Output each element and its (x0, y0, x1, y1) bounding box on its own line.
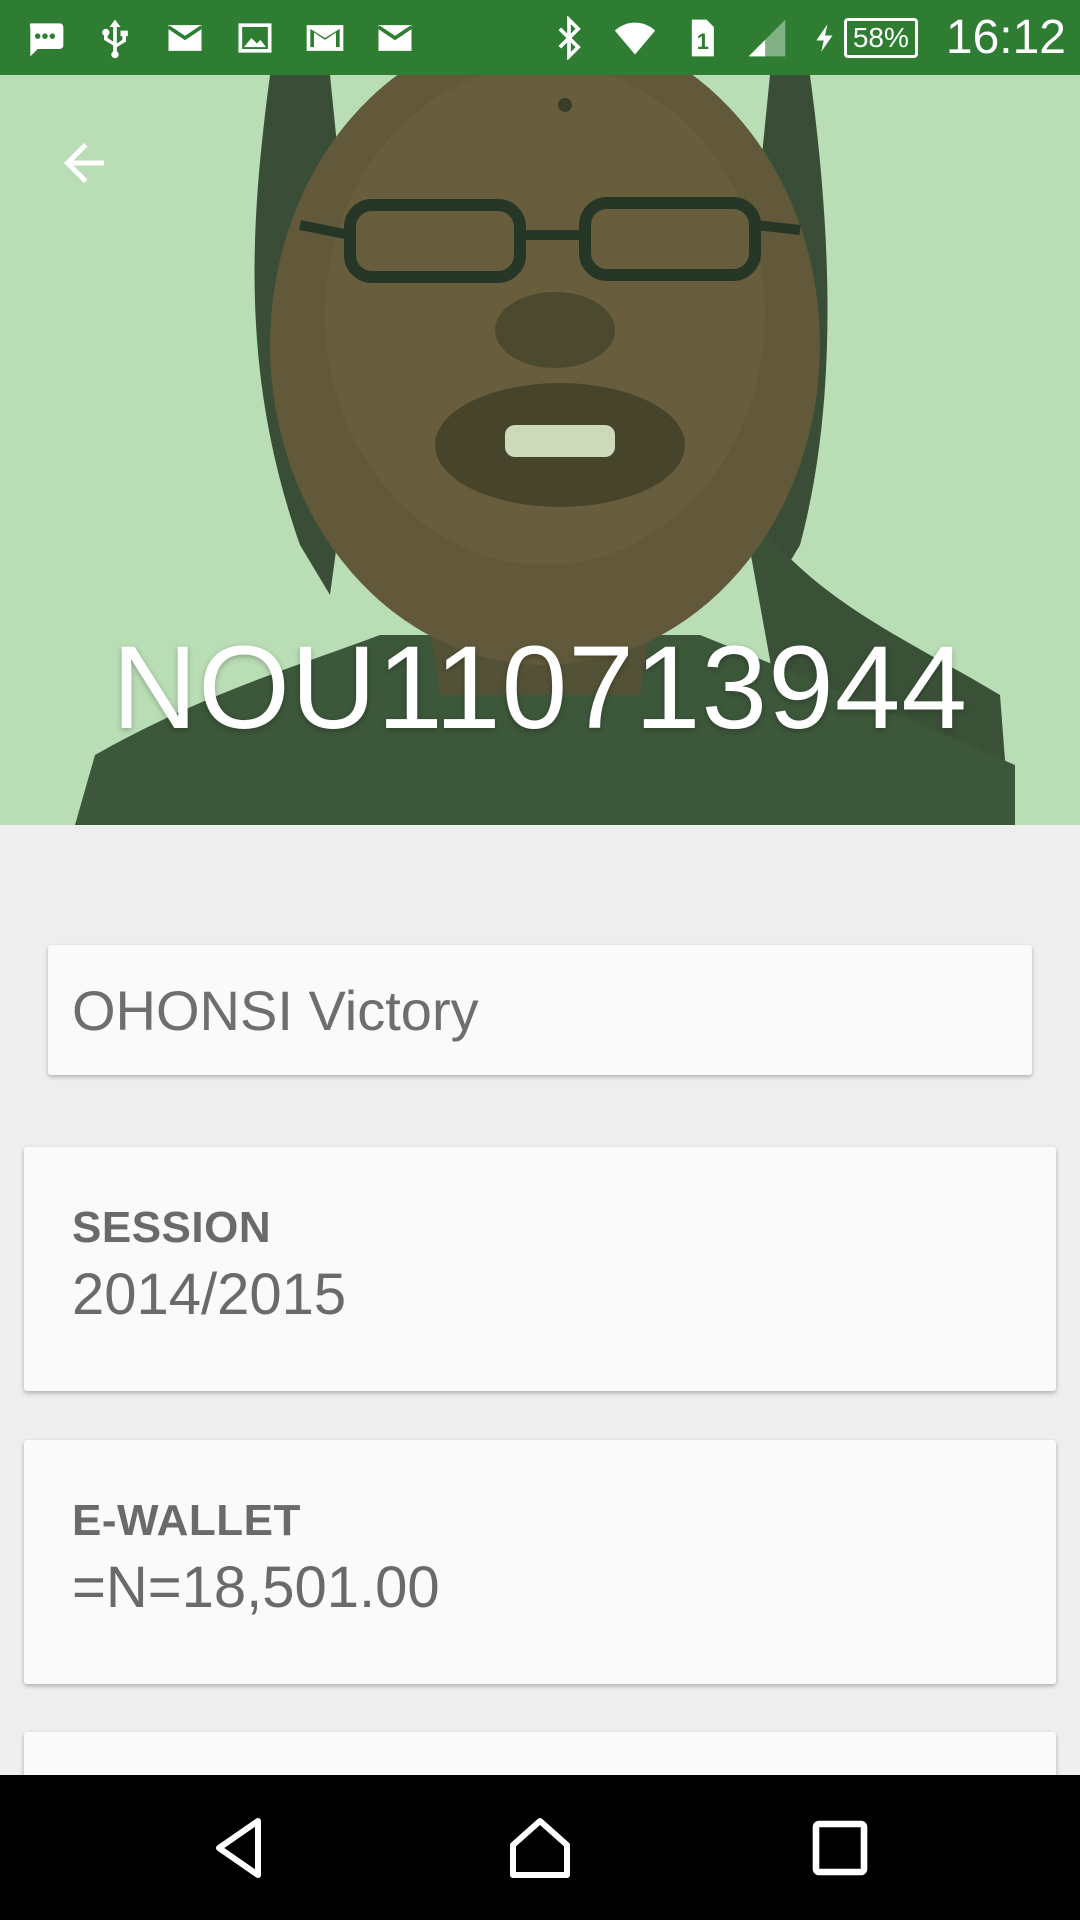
gmail-icon (302, 15, 348, 61)
battery-indicator: 58% (810, 15, 918, 61)
e-wallet-card[interactable]: E-WALLET =N=18,501.00 (24, 1440, 1056, 1684)
bluetooth-icon (546, 15, 592, 61)
session-value: 2014/2015 (72, 1262, 347, 1327)
wifi-icon (612, 15, 658, 61)
nav-back-button[interactable] (180, 1788, 300, 1908)
status-bar: 1 58% 16:12 (0, 0, 1080, 75)
charging-icon (810, 15, 840, 61)
clock: 16:12 (945, 11, 1066, 64)
signal-icon (744, 15, 790, 61)
email-icon (162, 15, 208, 61)
matric-number: NOU110713944 (111, 622, 969, 754)
name-card: OHONSI Victory (48, 945, 1032, 1075)
sim-1-icon: 1 (678, 15, 724, 61)
svg-text:1: 1 (697, 29, 709, 54)
nav-home-button[interactable] (480, 1788, 600, 1908)
student-name: OHONSI Victory (72, 978, 479, 1042)
email-icon (372, 15, 418, 61)
battery-level: 58% (843, 17, 918, 58)
e-wallet-label: E-WALLET (72, 1496, 301, 1545)
usb-icon (92, 15, 138, 61)
nav-recents-button[interactable] (780, 1788, 900, 1908)
recents-icon (812, 1820, 868, 1875)
session-card[interactable]: SESSION 2014/2015 (24, 1147, 1056, 1391)
profile-header: NOU110713944 (0, 75, 1080, 825)
back-button[interactable] (36, 115, 132, 211)
screen: 1 58% 16:12 NOU110713944 OHONSI Victory … (0, 0, 1080, 1920)
session-label: SESSION (72, 1203, 272, 1252)
e-wallet-value: =N=18,501.00 (72, 1555, 440, 1620)
back-triangle-icon (216, 1817, 261, 1878)
home-icon (510, 1817, 570, 1878)
chat-icon (22, 15, 68, 61)
navigation-bar (0, 1775, 1080, 1920)
arrow-back-icon (64, 143, 104, 183)
image-icon (232, 15, 278, 61)
